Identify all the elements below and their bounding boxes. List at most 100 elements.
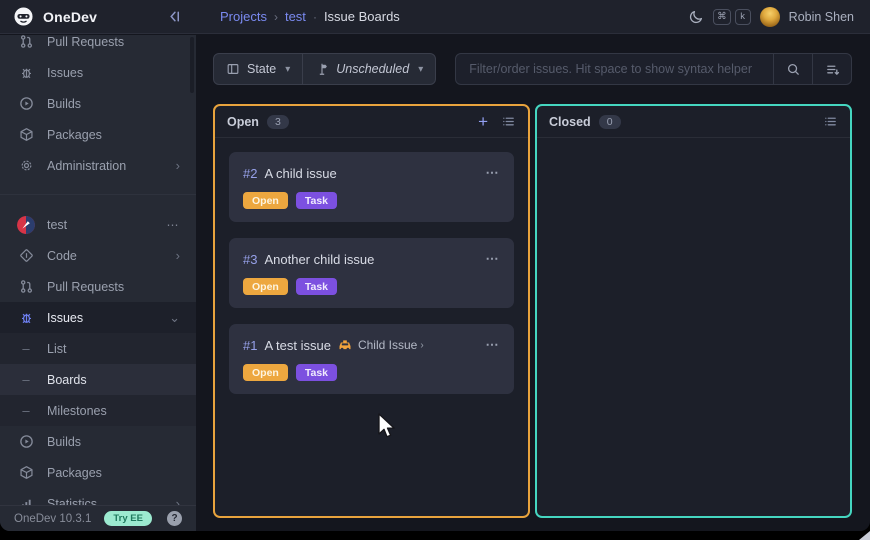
chevron-right-icon: › — [176, 158, 180, 173]
issue-card[interactable]: #1 A test issue Child Issue › ⋯ Open Tas… — [229, 324, 514, 394]
child-issue-link[interactable]: Child Issue — [358, 338, 417, 352]
sidebar-item-project-builds[interactable]: Builds — [0, 426, 196, 457]
column-count-badge: 3 — [267, 115, 289, 129]
brand-area: OneDev — [0, 6, 196, 27]
try-ee-badge[interactable]: Try EE — [104, 511, 152, 526]
board-switcher-group: State ▾ Unscheduled ▾ — [213, 53, 436, 85]
pull-request-icon — [18, 279, 34, 295]
state-badge: Open — [243, 364, 288, 381]
add-issue-button[interactable]: + — [478, 113, 488, 130]
gear-icon — [18, 158, 34, 174]
package-icon — [18, 127, 34, 143]
sidebar-divider — [0, 194, 196, 195]
type-badge: Task — [296, 192, 337, 209]
user-name[interactable]: Robin Shen — [789, 10, 854, 24]
issue-number[interactable]: #1 — [243, 338, 257, 353]
command-palette-hint[interactable]: ⌘ k — [713, 9, 751, 25]
milestone-select-button[interactable]: Unscheduled ▾ — [302, 54, 435, 84]
column-body — [537, 138, 850, 166]
sidebar-item-packages[interactable]: Packages — [0, 119, 196, 150]
board-column-open: Open 3 + #2 A child issue ⋯ — [213, 104, 530, 518]
sidebar-item-label: Issues — [47, 311, 83, 325]
sidebar-item-pull-requests[interactable]: Pull Requests — [0, 35, 196, 57]
sidebar-item-label: Issues — [47, 66, 83, 80]
caret-down-icon: ▾ — [418, 64, 423, 75]
help-icon[interactable]: ? — [167, 511, 182, 526]
column-list-icon[interactable] — [501, 114, 516, 129]
column-list-icon[interactable] — [823, 114, 838, 129]
sidebar-item-label: Packages — [47, 128, 102, 142]
type-badge: Task — [296, 278, 337, 295]
filter-input[interactable] — [456, 54, 773, 84]
taxi-emoji-icon — [338, 340, 352, 351]
filter-group — [455, 53, 852, 85]
window-resize-grip — [859, 531, 870, 540]
sidebar-project-row[interactable]: test ⋯ — [0, 209, 196, 240]
sidebar-item-code[interactable]: Code › — [0, 240, 196, 271]
state-badge: Open — [243, 278, 288, 295]
sidebar-item-project-pull-requests[interactable]: Pull Requests — [0, 271, 196, 302]
main-content: State ▾ Unscheduled ▾ — [196, 35, 870, 531]
issue-card[interactable]: #2 A child issue ⋯ Open Task — [229, 152, 514, 222]
card-menu-button[interactable]: ⋯ — [486, 165, 501, 181]
issue-number[interactable]: #2 — [243, 166, 257, 181]
issue-card[interactable]: #3 Another child issue ⋯ Open Task — [229, 238, 514, 308]
issue-title[interactable]: A test issue — [264, 338, 330, 353]
dash-bullet-icon: – — [18, 403, 34, 419]
k-key-icon: k — [735, 9, 751, 25]
sidebar-item-administration[interactable]: Administration › — [0, 150, 196, 181]
top-bar: OneDev Projects › test · Issue Boards ⌘ … — [0, 0, 870, 34]
brand-name: OneDev — [43, 9, 97, 25]
package-icon — [18, 465, 34, 481]
onedev-logo-icon[interactable] — [13, 6, 34, 27]
issue-number[interactable]: #3 — [243, 252, 257, 267]
chevron-right-icon: › — [176, 248, 180, 263]
sidebar-item-label: Code — [47, 249, 77, 263]
user-avatar[interactable] — [760, 7, 780, 27]
breadcrumb-dot-icon: · — [313, 10, 317, 24]
card-menu-button[interactable]: ⋯ — [486, 337, 501, 353]
play-circle-icon — [18, 96, 34, 112]
sidebar-collapse-icon[interactable] — [167, 9, 182, 24]
dark-mode-toggle-icon[interactable] — [689, 9, 704, 24]
state-badge: Open — [243, 192, 288, 209]
order-button[interactable] — [812, 54, 851, 84]
board-select-label: State — [247, 62, 276, 76]
column-body: #2 A child issue ⋯ Open Task #3 Another … — [215, 138, 528, 424]
issue-title[interactable]: Another child issue — [264, 252, 374, 267]
breadcrumb: Projects › test · Issue Boards — [196, 9, 400, 24]
caret-down-icon: ▾ — [285, 64, 290, 75]
search-button[interactable] — [773, 54, 812, 84]
milestone-icon — [315, 62, 329, 76]
sidebar-item-issues-list[interactable]: – List — [0, 333, 196, 364]
sidebar-item-label: Pull Requests — [47, 35, 124, 49]
sidebar-item-project-issues[interactable]: Issues ⌄ — [0, 302, 196, 333]
card-menu-button[interactable]: ⋯ — [486, 251, 501, 267]
breadcrumb-projects[interactable]: Projects — [220, 9, 267, 24]
sidebar-item-label: List — [47, 342, 66, 356]
column-title: Open — [227, 115, 259, 129]
sidebar-item-issues-milestones[interactable]: – Milestones — [0, 395, 196, 426]
sidebar-item-label: Builds — [47, 435, 81, 449]
issue-title[interactable]: A child issue — [264, 166, 336, 181]
column-count-badge: 0 — [599, 115, 621, 129]
project-avatar — [17, 216, 35, 234]
sidebar-item-issues-boards[interactable]: – Boards — [0, 364, 196, 395]
sidebar-item-project-packages[interactable]: Packages — [0, 457, 196, 488]
column-title: Closed — [549, 115, 591, 129]
sidebar-item-issues[interactable]: Issues — [0, 57, 196, 88]
sort-order-icon — [825, 62, 840, 77]
board-columns-icon — [226, 62, 240, 76]
sidebar-item-label: Packages — [47, 466, 102, 480]
sidebar-item-builds[interactable]: Builds — [0, 88, 196, 119]
sidebar-item-label: Builds — [47, 97, 81, 111]
breadcrumb-project[interactable]: test — [285, 9, 306, 24]
project-menu-icon[interactable]: ⋯ — [167, 218, 181, 232]
sidebar-scrollbar[interactable] — [190, 37, 194, 93]
bug-icon — [18, 65, 34, 81]
sidebar-footer: OneDev 10.3.1 Try EE ? — [0, 505, 196, 531]
board-column-closed: Closed 0 — [535, 104, 852, 518]
type-badge: Task — [296, 364, 337, 381]
column-header: Open 3 + — [215, 106, 528, 138]
board-select-button[interactable]: State ▾ — [214, 54, 302, 84]
